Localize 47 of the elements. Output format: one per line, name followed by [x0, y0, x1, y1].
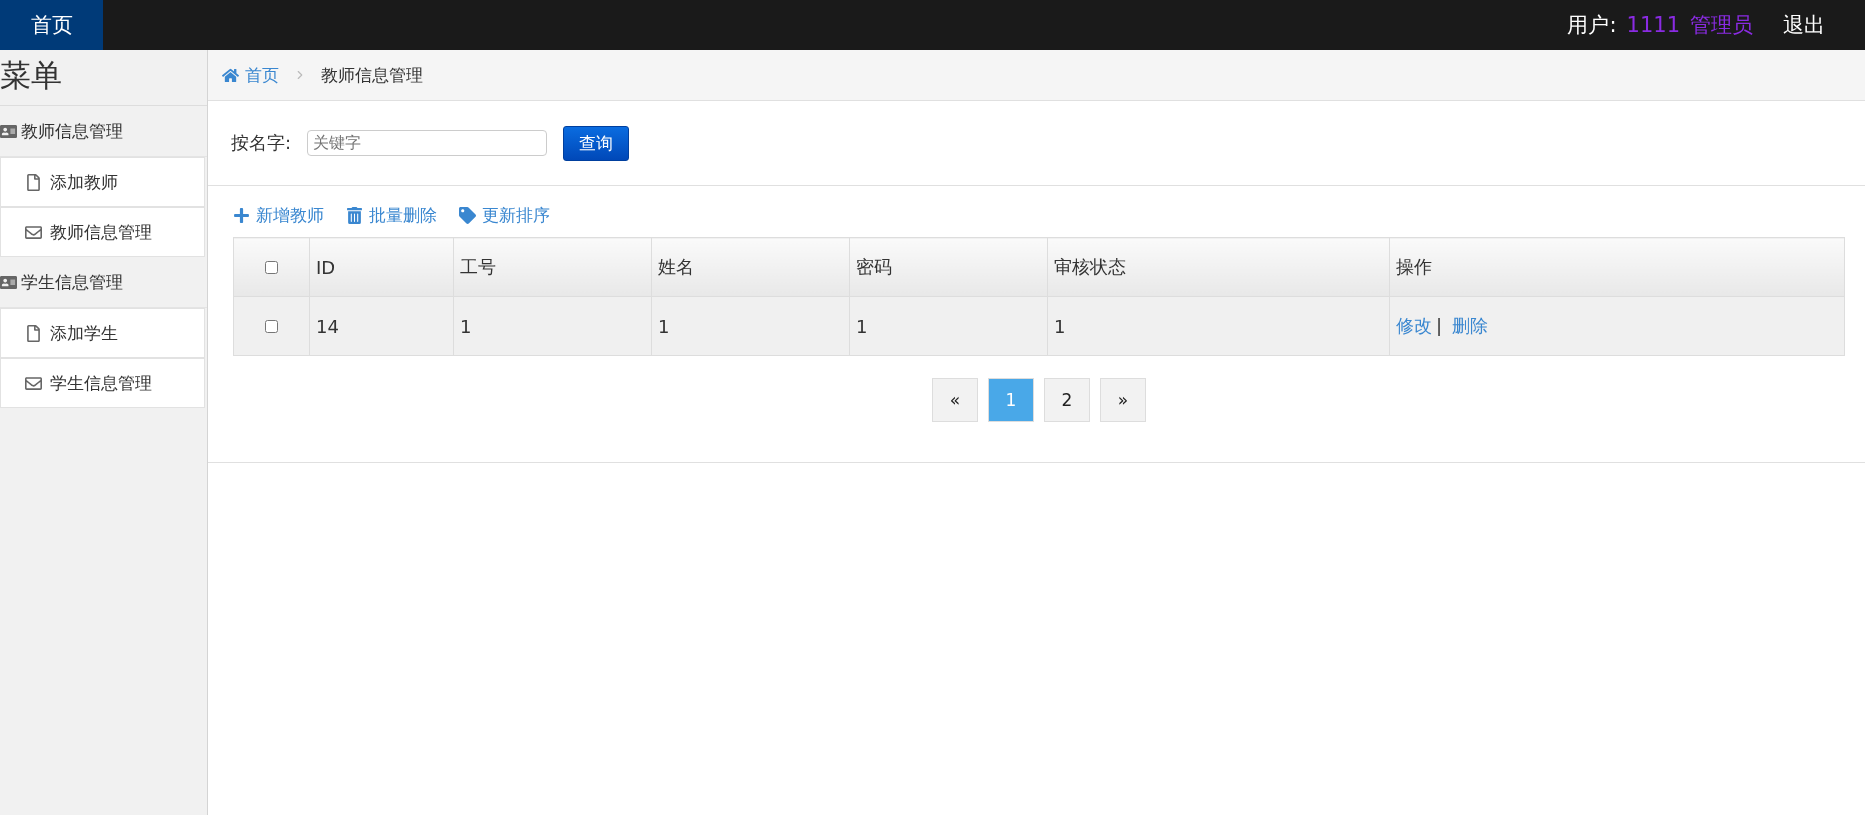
toolbar-link[interactable]: 更新排序: [459, 204, 550, 227]
file-icon: [25, 324, 42, 342]
table-cell: 14: [309, 296, 454, 356]
table-header-cell: 姓名: [651, 237, 850, 297]
sidebar-item[interactable]: 添加学生: [0, 308, 205, 358]
page-button[interactable]: 2: [1044, 378, 1090, 422]
table-header-cell: 工号: [453, 237, 652, 297]
envelope-icon: [25, 374, 42, 392]
table-header-cell: 审核状态: [1047, 237, 1390, 297]
user-id: 1111: [1626, 13, 1680, 37]
breadcrumb-current: 教师信息管理: [321, 63, 423, 87]
table-cell: 1: [453, 296, 652, 356]
table-cell: 1: [1047, 296, 1390, 356]
toolbar-link[interactable]: 批量删除: [346, 204, 437, 227]
tag-icon: [459, 207, 476, 224]
group-label: 学生信息管理: [21, 270, 123, 294]
envelope-icon: [25, 223, 42, 241]
home-icon: [222, 66, 239, 84]
user-label: 用户:: [1567, 12, 1617, 39]
search-field[interactable]: 关键字: [307, 130, 548, 156]
row-checkbox[interactable]: [265, 319, 278, 333]
logout-link[interactable]: 退出: [1783, 11, 1825, 39]
file-icon: [25, 173, 42, 191]
table-cell: 1: [651, 296, 850, 356]
table-header-cell: 操作: [1389, 237, 1845, 297]
sidebar-item[interactable]: 学生信息管理: [0, 358, 205, 408]
page-button[interactable]: »: [1100, 378, 1146, 422]
table-cell: 1: [849, 296, 1048, 356]
link-separator: |: [1436, 315, 1443, 336]
sidebar-item[interactable]: 添加教师: [0, 157, 205, 207]
toolbar-link[interactable]: 新增教师: [233, 204, 324, 227]
page-button[interactable]: «: [932, 378, 978, 422]
search-button[interactable]: 查询: [563, 125, 630, 161]
sidebar-title: 菜单: [0, 50, 207, 106]
sidebar-item[interactable]: 教师信息管理: [0, 207, 205, 257]
search-label: 按名字:: [231, 131, 292, 155]
user-role: 管理员: [1690, 12, 1753, 39]
breadcrumb-home-link[interactable]: 首页: [222, 63, 279, 87]
contact-card-icon: [0, 122, 17, 140]
select-all-checkbox[interactable]: [265, 260, 278, 274]
table-header-cell: ID: [309, 237, 454, 297]
trash-icon: [346, 207, 363, 224]
table-header-cell: 密码: [849, 237, 1048, 297]
plus-icon: [233, 207, 250, 224]
contact-card-icon: [0, 273, 17, 291]
home-tab[interactable]: 首页: [0, 0, 103, 50]
group-label: 教师信息管理: [21, 119, 123, 143]
